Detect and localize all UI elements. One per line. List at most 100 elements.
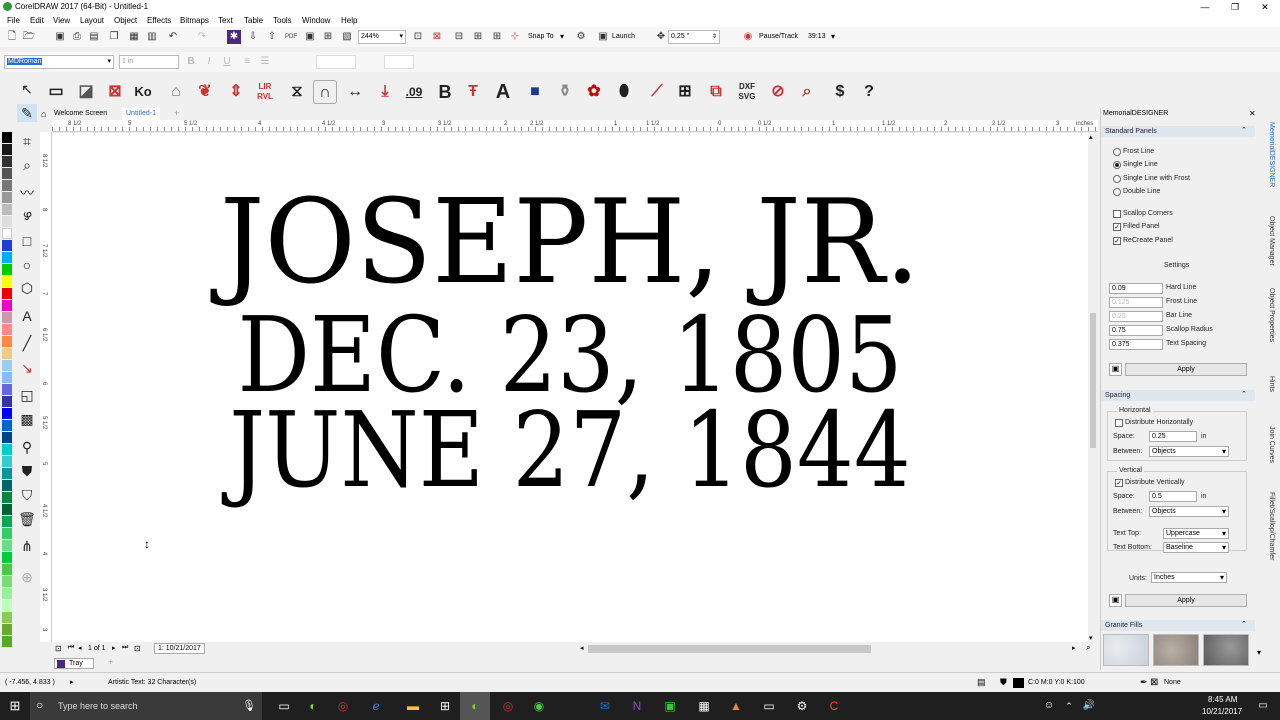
- chrome-icon[interactable]: ◉: [530, 697, 548, 715]
- filled-panel-checkbox[interactable]: ✓: [1113, 223, 1121, 231]
- outlook-icon[interactable]: ✉: [596, 697, 614, 715]
- app-icon-orange[interactable]: C: [825, 697, 843, 715]
- corel-photo-icon[interactable]: ◎: [334, 697, 352, 715]
- freehand-tool-icon[interactable]: 〰: [17, 184, 37, 202]
- granite-swatch-light[interactable]: [1103, 634, 1149, 666]
- menu-object[interactable]: Object: [114, 16, 137, 25]
- next-page-icon[interactable]: ▸: [112, 644, 116, 652]
- connector-tool-icon[interactable]: ↘: [17, 359, 37, 377]
- people-icon[interactable]: ☺: [1040, 697, 1058, 715]
- text-tool-icon[interactable]: A: [17, 307, 37, 325]
- palette-swatch[interactable]: [2, 384, 12, 395]
- decimal-icon[interactable]: .09: [402, 80, 426, 104]
- palette-swatch[interactable]: [2, 336, 12, 347]
- granite-fills-header[interactable]: Granite Fills: [1101, 620, 1255, 631]
- add-tab-icon[interactable]: +: [174, 108, 179, 118]
- distribute-vertically-checkbox[interactable]: ✓: [1115, 479, 1123, 487]
- rose-icon[interactable]: ✿: [582, 80, 606, 104]
- tray-chevron-up-icon[interactable]: ⌃: [1060, 697, 1078, 715]
- dxf-icon[interactable]: DXF SVG: [735, 80, 759, 104]
- redo-icon[interactable]: ↷: [195, 30, 209, 44]
- options-gear-icon[interactable]: ⚙: [574, 30, 588, 44]
- nudge-move-icon[interactable]: ✥: [654, 30, 668, 44]
- horizontal-scroll-thumb[interactable]: [588, 645, 871, 653]
- palette-swatch[interactable]: [2, 492, 12, 503]
- document-color-icon[interactable]: ▤: [977, 677, 986, 688]
- no-sandblast-icon[interactable]: ⊘: [766, 80, 790, 104]
- scallop-corners-checkbox[interactable]: [1113, 210, 1121, 218]
- publish-icon[interactable]: ▣: [303, 30, 317, 44]
- import-icon[interactable]: ⇩: [246, 30, 260, 44]
- palette-swatch[interactable]: [2, 348, 12, 359]
- palette-swatch[interactable]: [2, 300, 12, 311]
- single-line-frost-radio[interactable]: [1113, 175, 1121, 183]
- palette-swatch[interactable]: [2, 144, 12, 155]
- scallop-radius-input[interactable]: 0.75: [1109, 325, 1163, 336]
- docker-close-icon[interactable]: ✕: [1249, 109, 1256, 118]
- char-spacing-input[interactable]: [316, 55, 356, 69]
- knife-icon[interactable]: ⟋: [645, 80, 669, 104]
- text-bottom-select[interactable]: Baseline: [1163, 542, 1229, 553]
- eyedropper-icon[interactable]: ⚲: [17, 438, 37, 456]
- spacing-header[interactable]: Spacing: [1101, 390, 1255, 401]
- vertical-space-input[interactable]: 0.5: [1149, 491, 1197, 502]
- vase-icon[interactable]: ⚱: [553, 80, 577, 104]
- palette-swatch[interactable]: [2, 420, 12, 431]
- palette-swatch[interactable]: [2, 324, 12, 335]
- show-grid-icon[interactable]: ⊞: [471, 30, 485, 44]
- vertical-scroll-thumb[interactable]: [1090, 313, 1096, 448]
- zoom-page-icon[interactable]: ⊡: [411, 30, 425, 44]
- drop-shadow-icon[interactable]: ◱: [17, 386, 37, 404]
- collapse-icon[interactable]: ⌃: [1241, 126, 1247, 134]
- interactive-fill-icon[interactable]: ⛊: [17, 462, 37, 480]
- recreate-panel-checkbox[interactable]: ✓: [1113, 237, 1121, 245]
- kerning-icon[interactable]: Ko: [131, 80, 155, 104]
- minimize-icon[interactable]: —: [1190, 0, 1220, 14]
- distribute-horizontally-checkbox[interactable]: [1115, 419, 1123, 427]
- palette-swatch[interactable]: [2, 468, 12, 479]
- palette-swatch[interactable]: [2, 456, 12, 467]
- frost-line-input[interactable]: 0.125: [1109, 297, 1163, 308]
- vertical-between-select[interactable]: Objects: [1149, 506, 1229, 517]
- line-spacing-input[interactable]: [384, 55, 414, 69]
- snap-to-dropdown[interactable]: Snap To: [528, 33, 554, 40]
- frost-line-radio[interactable]: [1113, 148, 1121, 156]
- notifications-icon[interactable]: ▭: [1254, 697, 1272, 715]
- palette-swatch[interactable]: [2, 204, 12, 215]
- base-icon[interactable]: ⌂: [164, 80, 188, 104]
- engraving-death-date-line[interactable]: JUNE 27, 1844: [125, 398, 1016, 502]
- pick-tool-icon[interactable]: ↖: [17, 80, 37, 98]
- first-page-icon[interactable]: ⊡: [55, 644, 62, 653]
- color-icon[interactable]: ▧: [340, 30, 354, 44]
- transparency-icon[interactable]: ▩: [17, 410, 37, 428]
- granite-swatch-dark[interactable]: [1203, 634, 1249, 666]
- collapse-icon[interactable]: ⌃: [1241, 620, 1247, 628]
- menu-layout[interactable]: Layout: [80, 16, 104, 25]
- palette-swatch[interactable]: [2, 168, 12, 179]
- print-icon[interactable]: ⎙: [70, 30, 84, 44]
- edge-icon[interactable]: ℯ: [367, 697, 385, 715]
- palette-swatch[interactable]: [2, 552, 12, 563]
- units-select[interactable]: Inches: [1151, 572, 1227, 583]
- smart-fill-icon[interactable]: ⛉: [17, 486, 37, 504]
- palette-swatch[interactable]: [2, 192, 12, 203]
- file-explorer-icon[interactable]: ▬: [404, 697, 422, 715]
- palette-swatch[interactable]: [2, 156, 12, 167]
- home-icon[interactable]: ⌂: [41, 109, 46, 119]
- save-settings-icon[interactable]: ▣: [1109, 363, 1122, 376]
- pause-track-label[interactable]: Pause/Track: [759, 33, 798, 40]
- zoom-tool-icon[interactable]: ⌕: [17, 156, 37, 174]
- side-tab-object-properties[interactable]: Object Properties: [1268, 288, 1275, 342]
- palette-swatch[interactable]: [2, 564, 12, 575]
- scroll-down-icon[interactable]: ▾: [1089, 634, 1093, 642]
- add-node-icon[interactable]: ⊞: [673, 80, 697, 104]
- app-icon-grey[interactable]: ▭: [760, 697, 778, 715]
- side-tab-fillet[interactable]: Fillet/Scallop/Chamfer: [1268, 492, 1275, 560]
- ellipse-tool-icon[interactable]: ○: [17, 256, 37, 274]
- previous-icon[interactable]: ◂: [78, 644, 82, 652]
- ornament-icon[interactable]: ❦: [193, 80, 217, 104]
- font-list-select[interactable]: MDRoman ▾: [4, 55, 114, 69]
- prev-page-icon[interactable]: ⏮: [68, 644, 74, 652]
- export-pdf-icon[interactable]: PDF: [284, 30, 298, 44]
- bar-line-input[interactable]: 0.25: [1109, 311, 1163, 322]
